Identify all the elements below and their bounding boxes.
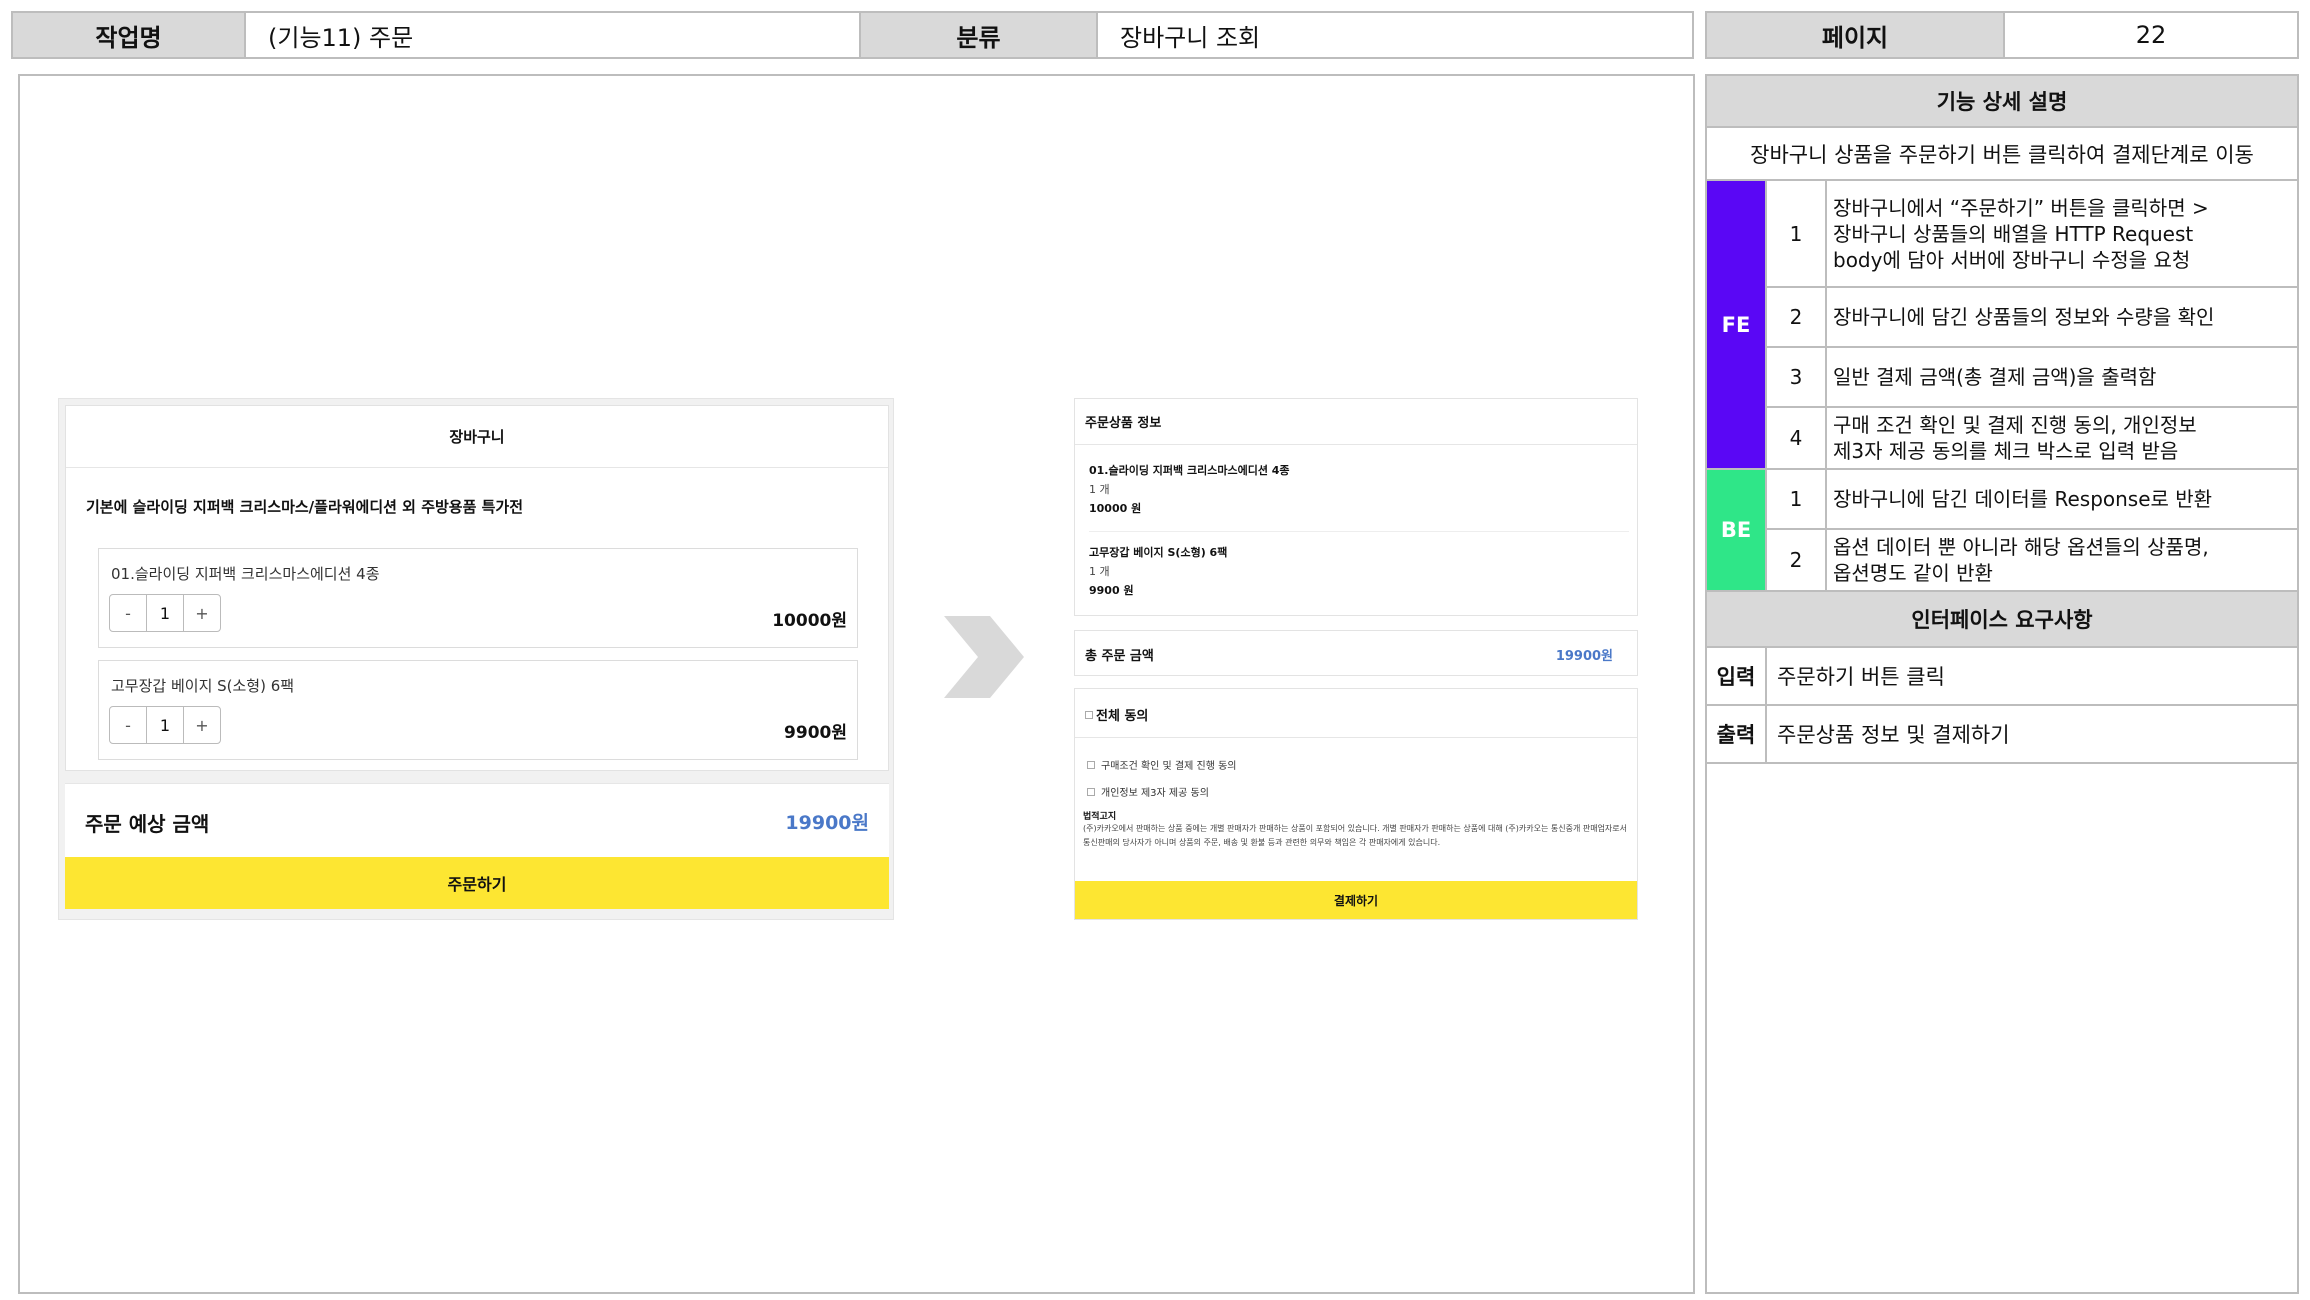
job-label: 작업명 <box>13 13 246 57</box>
checkbox-icon[interactable] <box>1087 760 1095 769</box>
spec-item-number: 1 <box>1767 181 1827 286</box>
spec-item-text: 구매 조건 확인 및 결제 진행 동의, 개인정보 제3자 제공 동의를 체크 … <box>1833 413 2197 463</box>
spec-panel: 기능 상세 설명 장바구니 상품을 주문하기 버튼 클릭하여 결제단계로 이동 … <box>1705 74 2299 1294</box>
spec-item-number: 2 <box>1767 288 1827 346</box>
input-value: 주문하기 버튼 클릭 <box>1777 665 1945 689</box>
order-item-price: 9900 원 <box>1089 584 1134 597</box>
job-value: (기능11) 주문 <box>246 13 861 57</box>
quantity-stepper: - 1 + <box>109 706 221 744</box>
cart-summary: 주문 예상 금액 19900원 <box>65 783 889 857</box>
cart-item: 고무장갑 베이지 S(소형) 6팩 - 1 + 9900원 <box>98 660 858 760</box>
quantity-value[interactable]: 1 <box>146 707 184 743</box>
agree-all-label: 전체 동의 <box>1096 709 1149 724</box>
fe-tag: FE <box>1707 181 1767 470</box>
divider <box>1075 737 1637 738</box>
interface-input-row: 입력 주문하기 버튼 클릭 <box>1707 648 2297 706</box>
cart-panel: 장바구니 기본에 슬라이딩 지퍼백 크리스마스/플라워에디션 외 주방용품 특가… <box>65 405 889 771</box>
page-number-bar: 페이지 22 <box>1705 11 2299 59</box>
detail-summary: 장바구니 상품을 주문하기 버튼 클릭하여 결제단계로 이동 <box>1707 128 2297 181</box>
category-label: 분류 <box>861 13 1098 57</box>
screen-canvas: 장바구니 기본에 슬라이딩 지퍼백 크리스마스/플라워에디션 외 주방용품 특가… <box>18 74 1695 1294</box>
agreement-panel: 전체 동의 구매조건 확인 및 결제 진행 동의 개인정보 제3자 제공 동의 … <box>1074 688 1638 920</box>
cart-screen: 장바구니 기본에 슬라이딩 지퍼백 크리스마스/플라워에디션 외 주방용품 특가… <box>58 398 894 920</box>
legal-notice-text: (주)카카오에서 판매하는 상품 중에는 개별 판매자가 판매하는 상품이 포함… <box>1083 824 1628 847</box>
input-label: 입력 <box>1707 648 1767 704</box>
agree-all-checkbox[interactable]: 전체 동의 <box>1085 705 1148 724</box>
spec-item-number: 3 <box>1767 348 1827 406</box>
quantity-value[interactable]: 1 <box>146 595 184 631</box>
cart-item-price: 9900원 <box>784 723 847 743</box>
chevron-right-icon <box>944 616 1024 698</box>
output-label: 출력 <box>1707 706 1767 762</box>
cart-title: 장바구니 <box>66 406 888 468</box>
checkbox-icon[interactable] <box>1087 787 1095 796</box>
spec-item-number: 4 <box>1767 408 1827 468</box>
pay-button[interactable]: 결제하기 <box>1075 881 1637 919</box>
agree-privacy-label: 개인정보 제3자 제공 동의 <box>1101 788 1209 799</box>
spec-item-number: 2 <box>1767 530 1827 590</box>
spec-item-text: 일반 결제 금액(총 결제 금액)을 출력함 <box>1833 365 2157 389</box>
checkbox-icon[interactable] <box>1085 710 1093 719</box>
detail-title: 기능 상세 설명 <box>1707 76 2297 128</box>
interface-title: 인터페이스 요구사항 <box>1707 592 2297 648</box>
header-bar: 작업명 (기능11) 주문 분류 장바구니 조회 <box>11 11 1694 59</box>
order-item: 고무장갑 베이지 S(소형) 6팩 1 개 9900 원 <box>1089 543 1227 600</box>
order-info-title: 주문상품 정보 <box>1075 399 1637 445</box>
legal-notice-title: 법적고지 <box>1083 812 1117 822</box>
order-button[interactable]: 주문하기 <box>65 857 889 909</box>
agree-privacy-checkbox[interactable]: 개인정보 제3자 제공 동의 <box>1087 784 1209 799</box>
spec-item-text: 장바구니에서 “주문하기” 버튼을 클릭하면 > 장바구니 상품들의 배열을 H… <box>1833 195 2209 272</box>
category-value: 장바구니 조회 <box>1120 23 1261 52</box>
spec-item: 1 장바구니에서 “주문하기” 버튼을 클릭하면 > 장바구니 상품들의 배열을… <box>1767 181 2297 288</box>
spec-item: 2 장바구니에 담긴 상품들의 정보와 수량을 확인 <box>1767 288 2297 348</box>
spec-item: 3 일반 결제 금액(총 결제 금액)을 출력함 <box>1767 348 2297 408</box>
order-item: 01.슬라이딩 지퍼백 크리스마스에디션 4종 1 개 10000 원 <box>1089 461 1290 518</box>
order-item-name: 고무장갑 베이지 S(소형) 6팩 <box>1089 546 1228 559</box>
agree-purchase-checkbox[interactable]: 구매조건 확인 및 결제 진행 동의 <box>1087 757 1237 772</box>
be-tag: BE <box>1707 470 1767 592</box>
spec-item-number: 1 <box>1767 470 1827 528</box>
agree-purchase-label: 구매조건 확인 및 결제 진행 동의 <box>1101 761 1237 772</box>
spec-item-text: 장바구니에 담긴 상품들의 정보와 수량을 확인 <box>1833 305 2215 329</box>
spec-item: 2 옵션 데이터 뿐 아니라 해당 옵션들의 상품명, 옵션명도 같이 반환 <box>1767 530 2297 592</box>
order-item-price: 10000 원 <box>1089 502 1142 515</box>
cart-item-name: 고무장갑 베이지 S(소형) 6팩 <box>111 677 295 695</box>
spec-item-text: 옵션 데이터 뿐 아니라 해당 옵션들의 상품명, 옵션명도 같이 반환 <box>1833 535 2209 585</box>
estimated-amount-value: 19900원 <box>785 812 869 834</box>
order-info-panel: 주문상품 정보 01.슬라이딩 지퍼백 크리스마스에디션 4종 1 개 1000… <box>1074 398 1638 616</box>
cart-item-name: 01.슬라이딩 지퍼백 크리스마스에디션 4종 <box>111 565 380 583</box>
divider <box>1089 531 1629 532</box>
interface-output-row: 출력 주문상품 정보 및 결제하기 <box>1707 706 2297 764</box>
spec-item: 1 장바구니에 담긴 데이터를 Response로 반환 <box>1767 470 2297 530</box>
quantity-stepper: - 1 + <box>109 594 221 632</box>
quantity-minus-button[interactable]: - <box>110 595 146 631</box>
quantity-plus-button[interactable]: + <box>184 707 220 743</box>
estimated-amount-label: 주문 예상 금액 <box>85 812 210 836</box>
spec-item-text: 장바구니에 담긴 데이터를 Response로 반환 <box>1833 487 2213 511</box>
quantity-plus-button[interactable]: + <box>184 595 220 631</box>
quantity-minus-button[interactable]: - <box>110 707 146 743</box>
order-item-qty: 1 개 <box>1089 483 1110 496</box>
order-item-name: 01.슬라이딩 지퍼백 크리스마스에디션 4종 <box>1089 464 1290 477</box>
order-total-value: 19900원 <box>1555 649 1613 664</box>
order-total-label: 총 주문 금액 <box>1085 649 1154 664</box>
order-item-qty: 1 개 <box>1089 565 1110 578</box>
page-label: 페이지 <box>1707 13 2005 57</box>
page-number: 22 <box>2135 21 2167 49</box>
cart-item-price: 10000원 <box>772 611 847 631</box>
spec-item: 4 구매 조건 확인 및 결제 진행 동의, 개인정보 제3자 제공 동의를 체… <box>1767 408 2297 470</box>
cart-promo-title: 기본에 슬라이딩 지퍼백 크리스마스/플라워에디션 외 주방용품 특가전 <box>86 498 524 516</box>
cart-item: 01.슬라이딩 지퍼백 크리스마스에디션 4종 - 1 + 10000원 <box>98 548 858 648</box>
output-value: 주문상품 정보 및 결제하기 <box>1777 723 2010 747</box>
order-total-panel: 총 주문 금액 19900원 <box>1074 630 1638 676</box>
